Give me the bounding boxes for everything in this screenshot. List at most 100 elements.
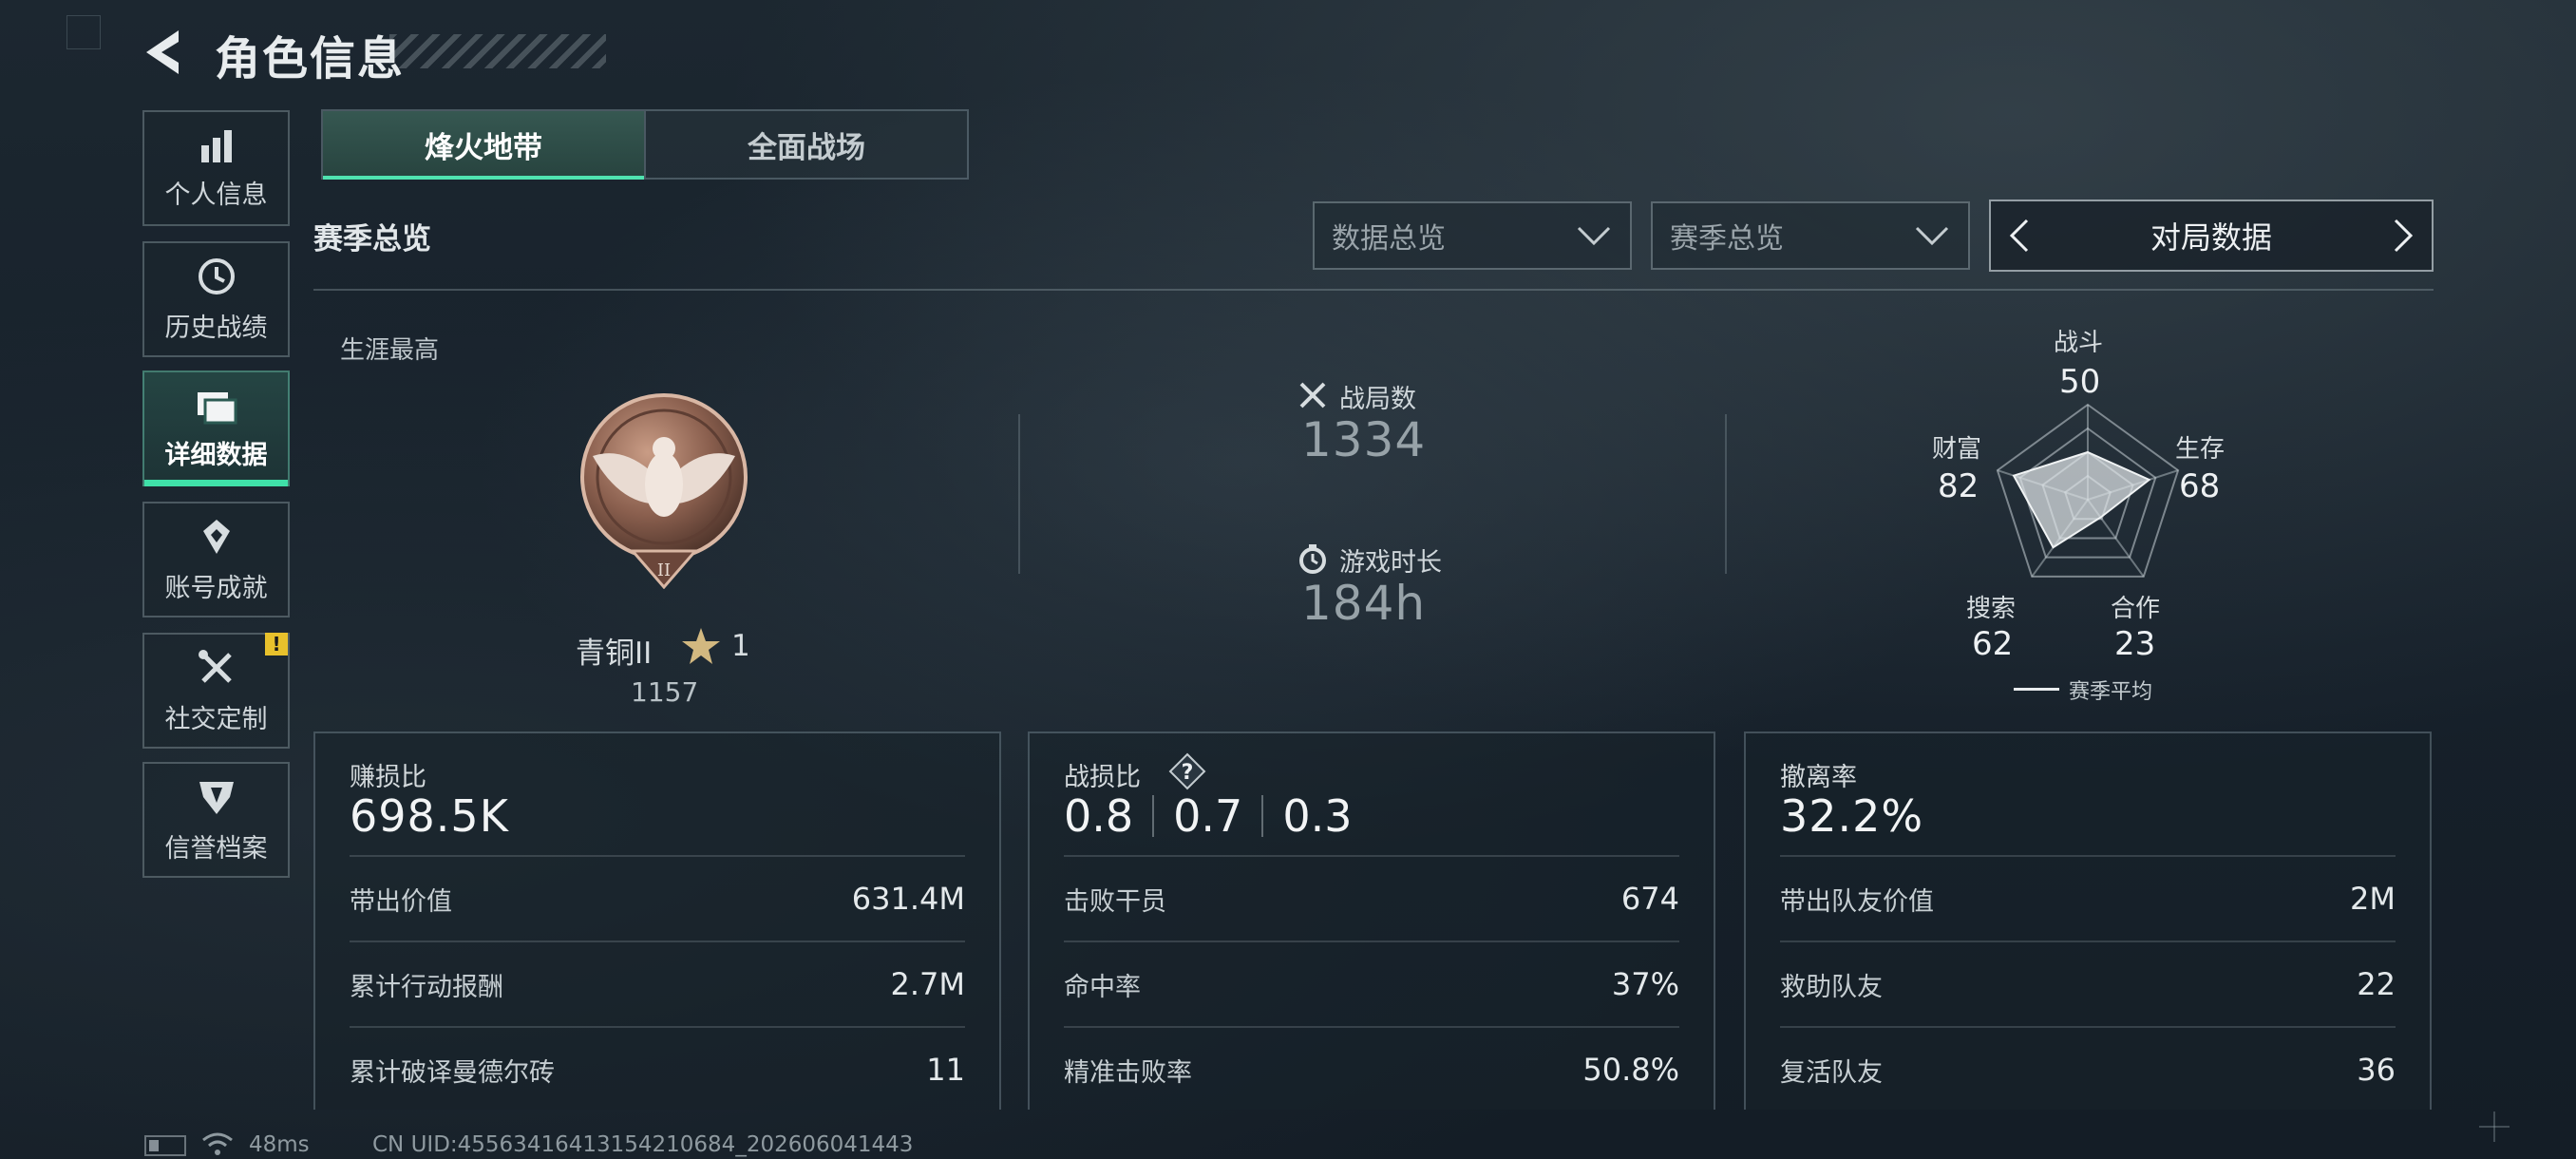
profit-card: 赚损比 698.5K 带出价值 631.4M 累计行动报酬 2.7M 累计破译曼… <box>313 732 1001 1110</box>
season-dropdown[interactable]: 赛季总览 <box>1651 201 1970 270</box>
sidebar-item-profile[interactable]: 个人信息 <box>142 110 290 226</box>
radar-value-wealth: 82 <box>1938 467 1979 505</box>
history-clock-icon <box>198 257 235 294</box>
stat-value: 50.8% <box>1582 1052 1679 1088</box>
kd-value: 0.7 <box>1173 790 1243 842</box>
credit-shield-icon <box>199 781 234 814</box>
sidebar-item-label: 详细数据 <box>164 440 268 470</box>
prev-button[interactable] <box>1991 201 2048 270</box>
battery-icon <box>144 1135 186 1156</box>
ratio-separator <box>1152 795 1155 837</box>
card-main-value: 698.5K <box>350 790 509 842</box>
stat-row: 命中率 37% <box>1064 940 1679 1026</box>
kd-ratio-values: 0.8 0.7 0.3 <box>1064 790 1352 842</box>
kd-value: 0.8 <box>1064 790 1134 842</box>
sidebar-item-label: 账号成就 <box>164 573 268 603</box>
card-title: 战损比 <box>1064 763 1141 792</box>
section-title: 赛季总览 <box>313 222 431 256</box>
tab-firezone[interactable]: 烽火地带 <box>323 111 644 180</box>
rank-star-count: 1 <box>731 629 750 663</box>
crossed-swords-icon <box>1299 382 1326 408</box>
chevron-left-icon <box>2009 218 2029 253</box>
chevron-down-icon <box>1915 226 1949 246</box>
radar-value-search: 62 <box>1972 625 2014 663</box>
user-uid: CN UID:45563416413154210684_202606041443 <box>372 1132 914 1157</box>
stat-row: 累计破译曼德尔砖 11 <box>350 1026 965 1112</box>
radar-label-search: 搜索 <box>1966 595 2017 623</box>
dropdown-value: 数据总览 <box>1332 222 1446 256</box>
help-question-icon[interactable]: ? <box>1168 752 1206 790</box>
sidebar-item-label: 社交定制 <box>164 704 268 734</box>
sidebar-item-social[interactable]: 社交定制 ! <box>142 633 290 749</box>
radar-value-teamwork: 23 <box>2114 625 2156 663</box>
stat-value: 2M <box>2350 881 2396 917</box>
dropdown-value: 赛季总览 <box>1670 222 1784 256</box>
stat-value: 37% <box>1611 966 1679 1002</box>
chevron-right-icon <box>2394 218 2414 253</box>
active-indicator <box>144 480 288 486</box>
sidebar-item-history[interactable]: 历史战绩 <box>142 241 290 357</box>
stopwatch-icon <box>1299 544 1326 574</box>
stat-key: 累计行动报酬 <box>350 972 503 1002</box>
playtime-label: 游戏时长 <box>1339 548 1442 578</box>
ability-radar-chart: 战斗 50 生存 68 财富 82 搜索 62 合作 23 <box>1932 323 2280 703</box>
stat-key: 累计破译曼德尔砖 <box>350 1057 555 1088</box>
card-main-value: 32.2% <box>1780 790 1924 842</box>
stat-key: 带出价值 <box>350 886 452 917</box>
stat-value: 631.4M <box>851 881 965 917</box>
stat-key: 命中率 <box>1064 972 1141 1002</box>
extraction-card: 撤离率 32.2% 带出队友价值 2M 救助队友 22 复活队友 36 <box>1744 732 2432 1110</box>
bar-chart-icon <box>200 129 232 162</box>
card-title: 撤离率 <box>1780 763 1857 792</box>
sidebar-item-label: 信誉档案 <box>164 833 268 864</box>
stat-row: 带出队友价值 2M <box>1780 855 2396 940</box>
stat-row: 救助队友 22 <box>1780 940 2396 1026</box>
achievement-icon <box>202 519 230 554</box>
next-button[interactable] <box>2375 201 2432 270</box>
chevron-down-icon <box>1577 226 1611 246</box>
stat-row: 带出价值 631.4M <box>350 855 965 940</box>
star-icon <box>682 628 720 664</box>
back-arrow-icon <box>146 30 179 74</box>
stat-key: 救助队友 <box>1780 972 1883 1002</box>
ratio-separator <box>1261 795 1264 837</box>
stat-value: 11 <box>926 1052 965 1088</box>
sidebar-item-detail-data[interactable]: 详细数据 <box>142 370 290 486</box>
stat-row: 复活队友 36 <box>1780 1026 2396 1112</box>
sidebar-item-label: 个人信息 <box>164 180 268 210</box>
page-title: 角色信息 <box>215 32 406 86</box>
radar-value-combat: 50 <box>2059 363 2101 401</box>
kd-value: 0.3 <box>1282 790 1353 842</box>
stat-key: 带出队友价值 <box>1780 886 1934 917</box>
mode-tabs: 烽火地带 全面战场 <box>321 109 969 180</box>
kd-card: 战损比 ? 0.8 0.7 0.3 击败干员 674 命中率 37% 精准击败率… <box>1028 732 1715 1110</box>
crosshair-icon <box>2479 1112 2510 1142</box>
svg-text:?: ? <box>1182 761 1194 785</box>
stat-row: 累计行动报酬 2.7M <box>350 940 965 1026</box>
stat-key: 精准击败率 <box>1064 1057 1192 1088</box>
stat-value: 2.7M <box>890 966 966 1002</box>
switcher-label: 对局数据 <box>2150 219 2272 256</box>
radar-value-survival: 68 <box>2179 467 2221 505</box>
legend-line <box>2014 688 2059 691</box>
stat-row: 击败干员 674 <box>1064 855 1679 940</box>
column-divider <box>1725 414 1727 574</box>
matches-value: 1334 <box>1301 412 1427 467</box>
radar-label-survival: 生存 <box>2175 435 2226 464</box>
data-overview-dropdown[interactable]: 数据总览 <box>1313 201 1632 270</box>
sidebar-item-credit[interactable]: 信誉档案 <box>142 762 290 878</box>
corner-frame <box>66 15 101 49</box>
bronze-rank-medal-icon: II <box>580 393 748 589</box>
rank-score: 1157 <box>631 676 699 708</box>
column-divider <box>1018 414 1020 574</box>
wifi-icon <box>202 1132 233 1155</box>
tab-full-battlefield[interactable]: 全面战场 <box>644 111 967 178</box>
sidebar-item-achievements[interactable]: 账号成就 <box>142 502 290 618</box>
back-button[interactable] <box>141 27 188 78</box>
tools-icon <box>198 649 232 683</box>
stat-row: 精准击败率 50.8% <box>1064 1026 1679 1112</box>
svg-text:II: II <box>657 560 671 580</box>
legend-label: 赛季平均 <box>2069 680 2153 704</box>
playtime-value: 184h <box>1301 576 1427 631</box>
stat-key: 击败干员 <box>1064 886 1166 917</box>
